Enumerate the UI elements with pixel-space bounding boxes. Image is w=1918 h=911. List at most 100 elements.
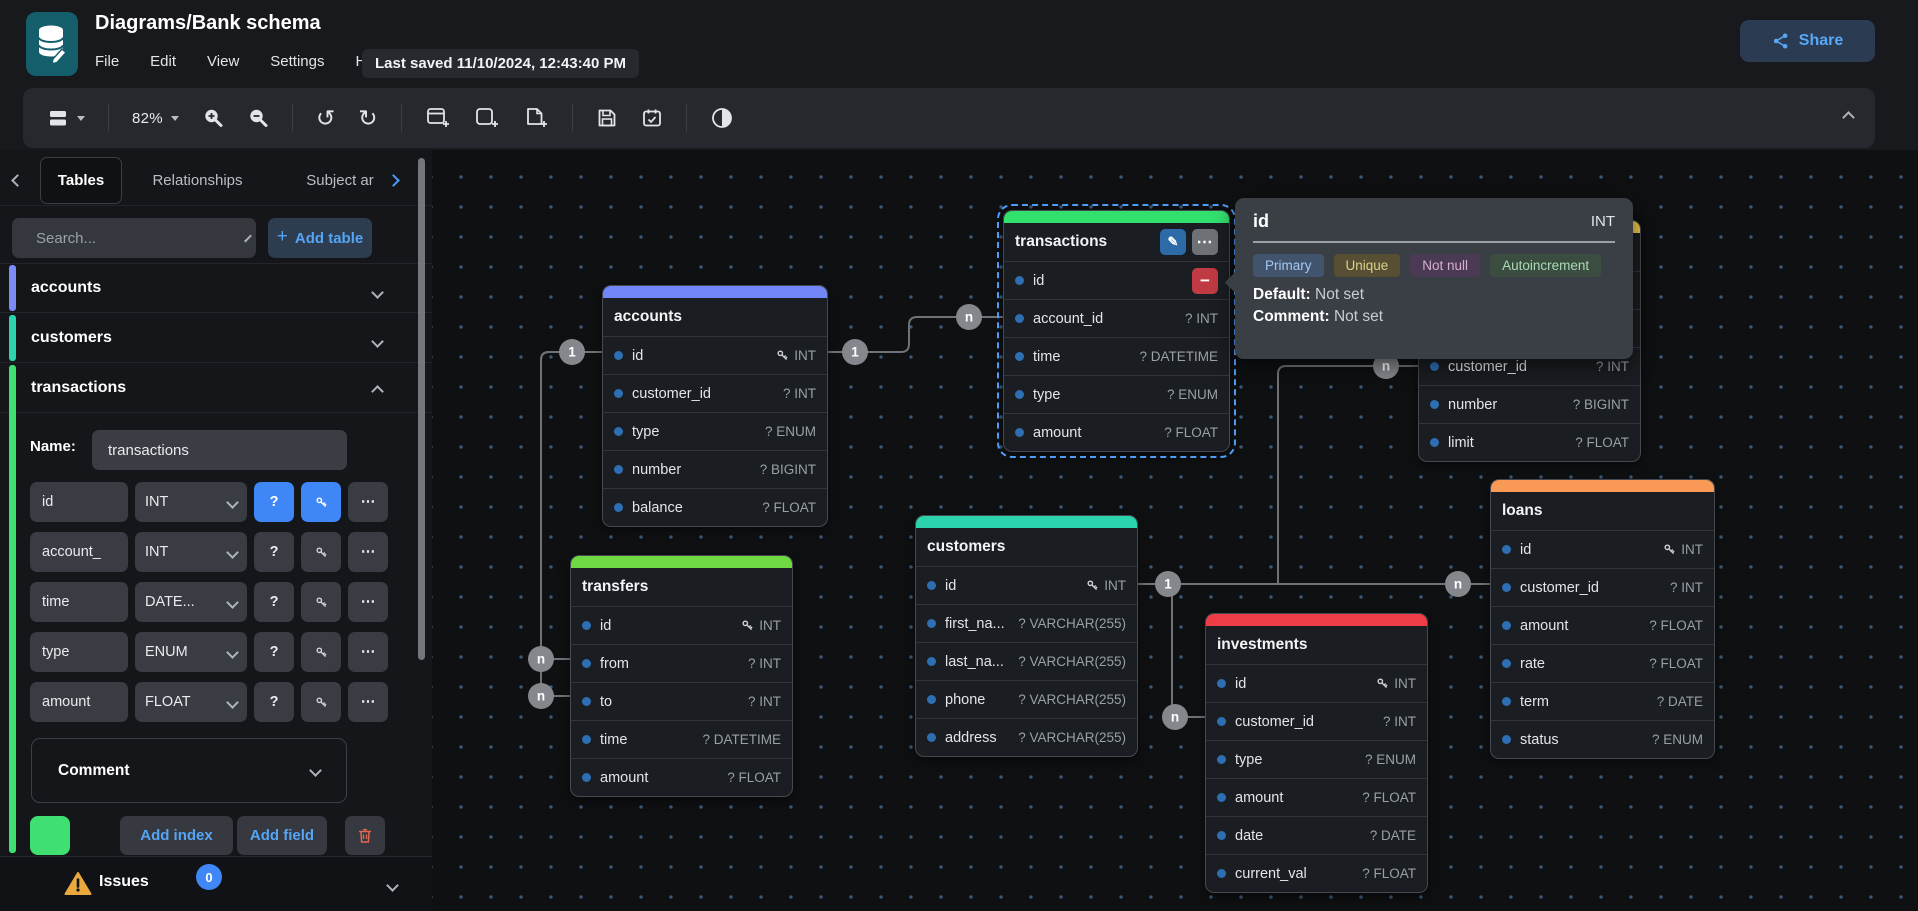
field-more-button[interactable]: ⋯ [348,532,388,572]
tabs-scroll-left-button[interactable] [13,172,22,190]
table-field-row[interactable]: rate? FLOAT [1491,644,1714,682]
table-title-row[interactable]: accounts [603,298,827,336]
panel-layout-button[interactable] [43,103,89,133]
add-index-button[interactable]: Add index [120,816,233,855]
tab-subject-ar[interactable]: Subject ar [280,157,400,204]
table-field-row[interactable]: limit? FLOAT [1419,423,1640,461]
undo-button[interactable]: ↺ [312,103,339,133]
sidebar-item-transactions[interactable]: transactions [0,363,432,413]
table-field-row[interactable]: term? DATE [1491,682,1714,720]
search-input[interactable] [34,229,237,248]
add-area-button[interactable] [470,102,504,134]
table-title-row[interactable]: transactions✎⋯ [1004,223,1229,261]
table-field-row[interactable]: id− [1004,261,1229,299]
add-field-button[interactable]: Add field [237,816,327,855]
field-type-select[interactable]: ENUM [135,632,247,672]
table-field-row[interactable]: date? DATE [1206,816,1427,854]
zoom-in-button[interactable] [198,103,228,133]
diagram-table-loans[interactable]: loansidINTcustomer_id? INTamount? FLOATr… [1490,479,1715,759]
field-type-select[interactable]: INT [135,482,247,522]
table-field-row[interactable]: status? ENUM [1491,720,1714,758]
field-name-input[interactable]: id [30,482,128,522]
diagram-table-investments[interactable]: investmentsidINTcustomer_id? INTtype? EN… [1205,613,1428,893]
share-button[interactable]: Share [1740,20,1875,62]
table-field-row[interactable]: type? ENUM [603,412,827,450]
menu-file[interactable]: File [93,50,121,73]
table-title-row[interactable]: investments [1206,626,1427,664]
diagram-table-transfers[interactable]: transfersidINTfrom? INTto? INTtime? DATE… [570,555,793,797]
redo-button[interactable]: ↻ [354,103,381,133]
nullable-toggle[interactable]: ? [254,532,294,572]
tab-relationships[interactable]: Relationships [135,157,260,204]
add-table-tool-button[interactable] [421,102,455,134]
sidebar-scrollbar[interactable] [418,158,425,660]
field-name-input[interactable]: amount [30,682,128,722]
save-button[interactable] [592,103,622,133]
primary-key-toggle[interactable] [301,632,341,672]
primary-key-toggle[interactable] [301,582,341,622]
field-name-input[interactable]: account_ [30,532,128,572]
issues-expand-button[interactable] [388,877,397,895]
table-field-row[interactable]: amount? FLOAT [571,758,792,796]
field-more-button[interactable]: ⋯ [348,482,388,522]
field-type-select[interactable]: INT [135,532,247,572]
save-as-button[interactable] [637,103,667,133]
table-field-row[interactable]: last_na...? VARCHAR(255) [916,642,1137,680]
menu-edit[interactable]: Edit [148,50,178,73]
field-type-select[interactable]: FLOAT [135,682,247,722]
table-field-row[interactable]: time? DATETIME [1004,337,1229,375]
table-name-input[interactable] [92,430,347,470]
table-field-row[interactable]: phone? VARCHAR(255) [916,680,1137,718]
add-table-button[interactable]: + Add table [268,218,372,258]
table-field-row[interactable]: idINT [1491,530,1714,568]
menu-view[interactable]: View [205,50,241,73]
table-field-row[interactable]: first_na...? VARCHAR(255) [916,604,1137,642]
table-field-row[interactable]: current_val? FLOAT [1206,854,1427,892]
diagram-table-accounts[interactable]: accountsidINTcustomer_id? INTtype? ENUMn… [602,285,828,527]
edit-table-button[interactable]: ✎ [1160,229,1186,255]
table-field-row[interactable]: number? BIGINT [603,450,827,488]
table-field-row[interactable]: type? ENUM [1206,740,1427,778]
table-more-button[interactable]: ⋯ [1192,229,1218,255]
table-color-swatch[interactable] [30,816,70,855]
nullable-toggle[interactable]: ? [254,632,294,672]
table-field-row[interactable]: time? DATETIME [571,720,792,758]
table-field-row[interactable]: number? BIGINT [1419,385,1640,423]
expand-table-button[interactable] [373,333,382,351]
sidebar-item-customers[interactable]: customers [0,313,432,363]
zoom-out-button[interactable] [243,103,273,133]
field-more-button[interactable]: ⋯ [348,682,388,722]
table-field-row[interactable]: amount? FLOAT [1491,606,1714,644]
table-field-row[interactable]: idINT [603,336,827,374]
primary-key-toggle[interactable] [301,682,341,722]
table-search[interactable] [12,218,256,258]
collapse-table-button[interactable] [373,383,382,401]
table-field-row[interactable]: amount? FLOAT [1206,778,1427,816]
table-field-row[interactable]: idINT [916,566,1137,604]
collapse-toolbar-button[interactable] [1844,109,1853,127]
table-field-row[interactable]: amount? FLOAT [1004,413,1229,451]
zoom-level-dropdown[interactable]: 82% [128,106,183,131]
remove-field-button[interactable]: − [1192,268,1218,294]
table-field-row[interactable]: idINT [1206,664,1427,702]
field-more-button[interactable]: ⋯ [348,632,388,672]
primary-key-toggle[interactable] [301,482,341,522]
theme-toggle-button[interactable] [706,102,738,134]
table-title-row[interactable]: loans [1491,492,1714,530]
delete-table-button[interactable] [345,816,385,855]
app-logo[interactable] [26,12,78,76]
table-field-row[interactable]: address? VARCHAR(255) [916,718,1137,756]
field-name-input[interactable]: type [30,632,128,672]
nullable-toggle[interactable]: ? [254,682,294,722]
nullable-toggle[interactable]: ? [254,482,294,522]
diagram-table-transactions[interactable]: transactions✎⋯id−account_id? INTtime? DA… [1003,210,1230,452]
table-field-row[interactable]: idINT [571,606,792,644]
table-title-row[interactable]: customers [916,528,1137,566]
field-name-input[interactable]: time [30,582,128,622]
table-field-row[interactable]: account_id? INT [1004,299,1229,337]
issues-bar[interactable]: Issues 0 [0,856,432,911]
table-field-row[interactable]: from? INT [571,644,792,682]
diagram-canvas[interactable]: 1nn1n1nnn accountsidINTcustomer_id? INTt… [432,150,1918,911]
primary-key-toggle[interactable] [301,532,341,572]
tab-tables[interactable]: Tables [40,157,122,204]
